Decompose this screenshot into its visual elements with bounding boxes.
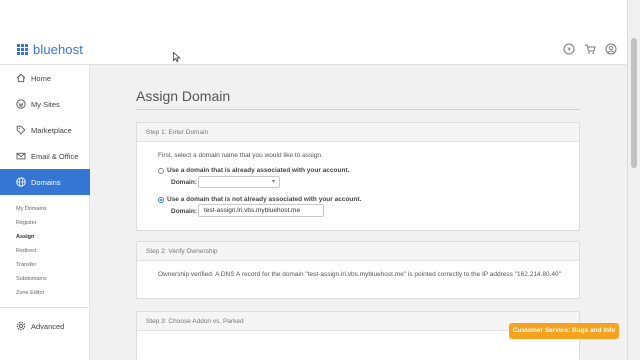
subnav-my-domains[interactable]: My Domains: [16, 206, 47, 212]
mouse-cursor-icon: [173, 52, 181, 62]
radio-existing-domain[interactable]: [158, 168, 164, 174]
subnav-subdomains[interactable]: Subdomains: [16, 276, 47, 282]
step2-panel: Step 2: Verify Ownership Ownership verif…: [136, 241, 580, 299]
chevron-down-icon: ▾: [271, 179, 275, 185]
option-new-label[interactable]: Use a domain that is not already associa…: [167, 196, 361, 203]
sidebar-divider: [0, 307, 90, 308]
page-scrollbar[interactable]: [627, 0, 640, 360]
top-bar: bluehost: [0, 0, 627, 65]
bluehost-logo[interactable]: bluehost: [17, 42, 83, 57]
sidebar-item-label: Advanced: [31, 321, 65, 331]
sidebar: Home My Sites Marketplace Email & Office…: [0, 65, 90, 360]
ownership-verified-text: Ownership verified. A DNS A record for t…: [158, 271, 561, 278]
step1-heading: Step 1: Enter Domain: [137, 123, 579, 142]
home-icon: [16, 73, 26, 83]
sidebar-item-label: Marketplace: [31, 125, 72, 135]
cart-icon[interactable]: [584, 42, 596, 54]
step1-panel: Step 1: Enter Domain First, select a dom…: [136, 122, 580, 231]
subnav-register[interactable]: Register: [16, 220, 36, 226]
subnav-assign[interactable]: Assign: [16, 234, 34, 240]
header-icons: [563, 42, 617, 55]
help-icon[interactable]: [563, 42, 575, 55]
mail-icon: [16, 151, 26, 161]
step1-intro: First, select a domain name that you wou…: [158, 152, 323, 159]
domain-input-label: Domain:: [171, 208, 197, 215]
domain-select[interactable]: ▾: [198, 176, 280, 188]
sidebar-item-label: My Sites: [31, 99, 60, 109]
account-icon[interactable]: [605, 42, 617, 55]
logo-grid-icon: [17, 44, 28, 55]
wordpress-icon: [16, 99, 26, 109]
domain-input[interactable]: test-assign.lri.vbs.mybluehost.me: [198, 204, 324, 217]
tag-icon: [16, 125, 26, 135]
sidebar-item-advanced[interactable]: Advanced: [0, 313, 90, 339]
sidebar-item-email-office[interactable]: Email & Office: [0, 143, 90, 169]
subnav-transfer[interactable]: Transfer: [16, 262, 36, 268]
sidebar-item-label: Domains: [31, 177, 61, 187]
radio-new-domain[interactable]: [158, 197, 164, 203]
logo-text: bluehost: [33, 42, 83, 57]
sidebar-item-marketplace[interactable]: Marketplace: [0, 117, 90, 143]
sidebar-item-home[interactable]: Home: [0, 65, 90, 91]
subnav-zone-editor[interactable]: Zone Editor: [16, 290, 44, 296]
title-divider: [136, 109, 580, 110]
page-title: Assign Domain: [136, 88, 231, 104]
option-existing-label[interactable]: Use a domain that is already associated …: [167, 167, 349, 174]
scrollbar-thumb[interactable]: [631, 38, 637, 168]
customer-service-button[interactable]: Customer Service: Bugs and Info: [509, 323, 619, 339]
domain-select-label: Domain:: [171, 179, 197, 186]
subnav-redirect[interactable]: Redirect: [16, 248, 36, 254]
sidebar-item-label: Email & Office: [31, 151, 79, 161]
gear-icon: [16, 321, 26, 331]
globe-icon: [16, 177, 26, 187]
sidebar-item-label: Home: [31, 73, 52, 83]
sidebar-item-my-sites[interactable]: My Sites: [0, 91, 90, 117]
sidebar-item-domains[interactable]: Domains: [0, 169, 90, 195]
step2-heading: Step 2: Verify Ownership: [137, 242, 579, 261]
